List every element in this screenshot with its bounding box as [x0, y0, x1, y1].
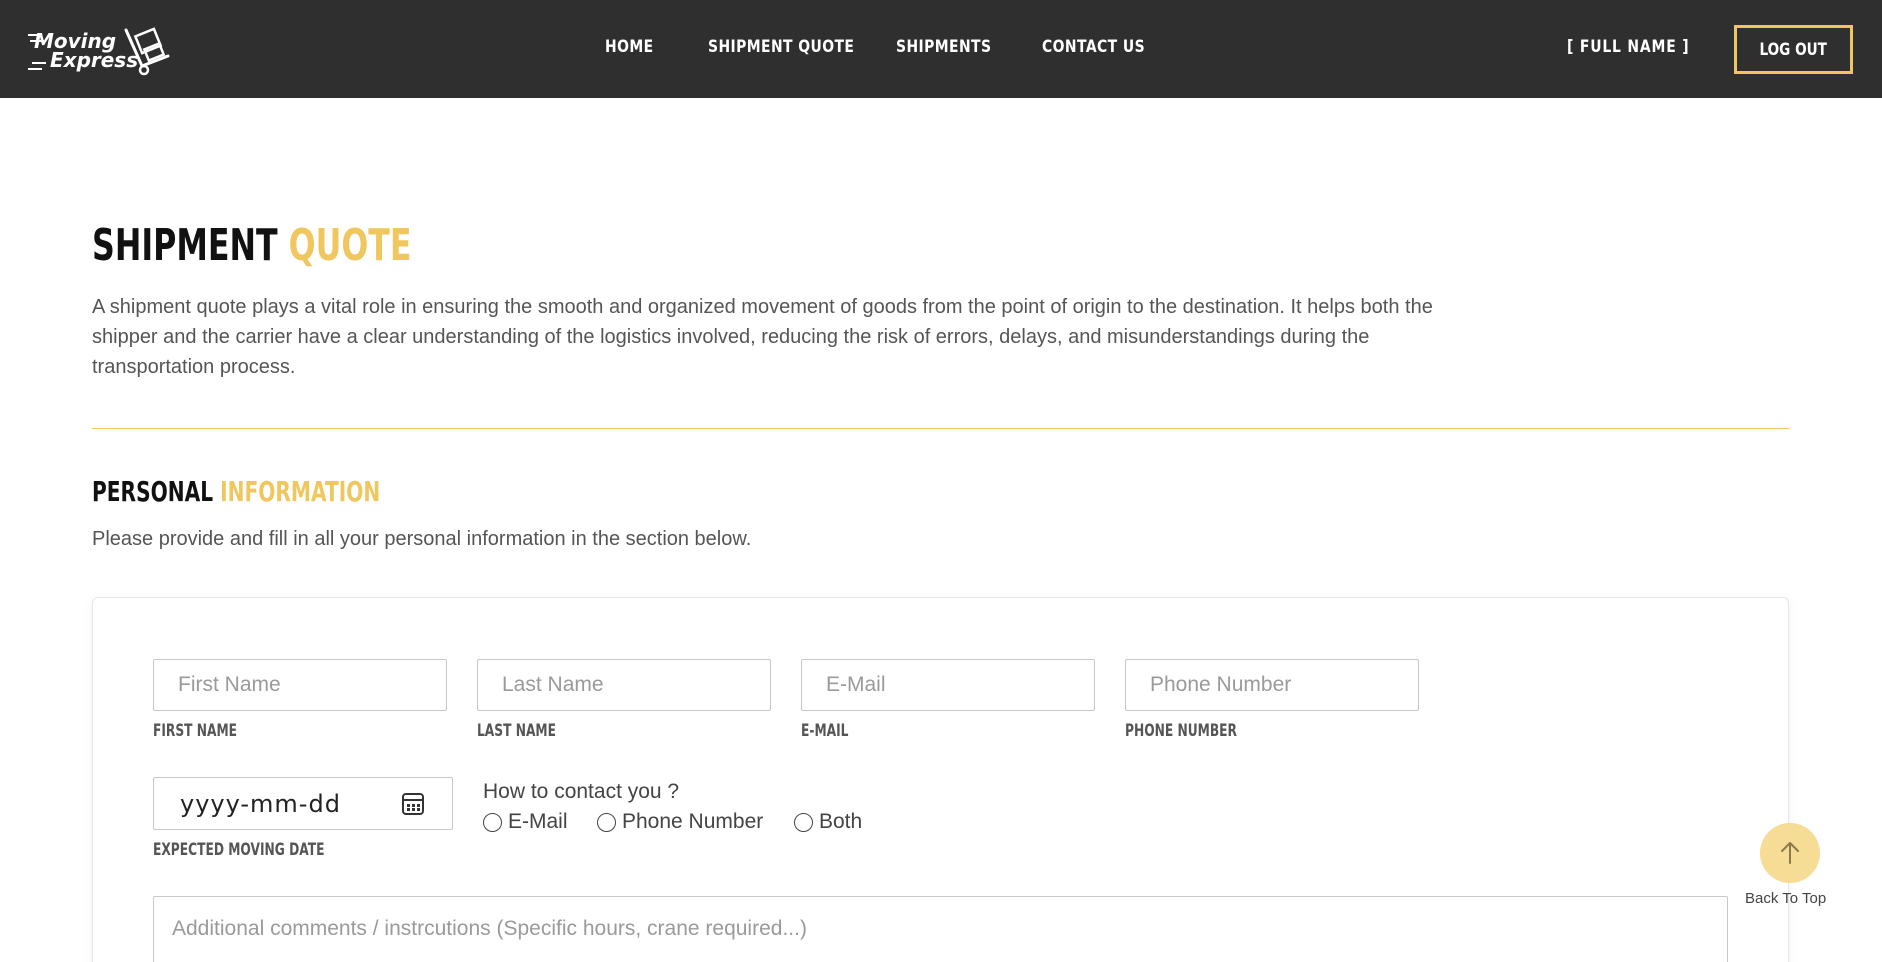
page-title-main: SHIPMENT: [92, 220, 278, 271]
first-name-input[interactable]: [153, 659, 447, 711]
back-to-top-label: Back To Top: [1745, 890, 1827, 907]
radio-button[interactable]: [794, 812, 813, 832]
nav-home[interactable]: HOME: [605, 37, 654, 57]
phone-input[interactable]: [1125, 659, 1419, 711]
contact-option-label: E-Mail: [508, 810, 568, 833]
radio-button[interactable]: [483, 812, 502, 832]
email-input[interactable]: [801, 659, 1095, 711]
contact-option-label: Phone Number: [622, 810, 764, 833]
page-title: SHIPMENT QUOTE: [92, 220, 412, 271]
hand-truck-icon: [124, 27, 170, 76]
logout-button[interactable]: LOG OUT: [1734, 25, 1853, 74]
radio-button[interactable]: [597, 812, 616, 832]
logout-label: LOG OUT: [1759, 39, 1828, 60]
section-description: Please provide and fill in all your pers…: [92, 528, 752, 550]
nav-shipments[interactable]: SHIPMENTS: [896, 37, 991, 57]
comments-textarea[interactable]: [153, 896, 1728, 962]
back-to-top-button[interactable]: [1760, 823, 1820, 883]
page-title-accent: QUOTE: [288, 220, 412, 271]
top-navbar: Moving Express HOME SHIPMENT QUOTE SHIPM…: [0, 0, 1882, 98]
contact-option-label: Both: [819, 810, 863, 833]
contact-option-email[interactable]: E-Mail: [483, 810, 568, 834]
nav-shipment-quote[interactable]: SHIPMENT QUOTE: [708, 37, 854, 57]
arrow-up-icon: [1781, 842, 1799, 864]
brand-logo[interactable]: Moving Express: [28, 24, 178, 76]
first-name-label: FIRST NAME: [153, 721, 238, 741]
contact-question: How to contact you ?: [483, 780, 680, 803]
section-title-accent: INFORMATION: [220, 475, 381, 508]
moving-date-value: yyyy-mm-dd: [180, 790, 341, 818]
phone-label: PHONE NUMBER: [1125, 721, 1237, 741]
last-name-label: LAST NAME: [477, 721, 556, 741]
page-intro: A shipment quote plays a vital role in e…: [92, 296, 1433, 378]
nav-contact-us[interactable]: CONTACT US: [1042, 37, 1145, 57]
contact-option-phone[interactable]: Phone Number: [597, 810, 763, 834]
last-name-input[interactable]: [477, 659, 771, 711]
user-full-name: [ FULL NAME ]: [1567, 37, 1690, 57]
section-title-main: PERSONAL: [92, 475, 214, 508]
section-title-personal: PERSONAL INFORMATION: [92, 475, 380, 508]
email-label: E-MAIL: [801, 721, 849, 741]
section-divider: [92, 428, 1789, 429]
calendar-icon[interactable]: [402, 793, 424, 815]
moving-date-label: EXPECTED MOVING DATE: [153, 840, 325, 860]
moving-date-input[interactable]: yyyy-mm-dd: [153, 777, 453, 830]
contact-option-both[interactable]: Both: [794, 810, 862, 834]
